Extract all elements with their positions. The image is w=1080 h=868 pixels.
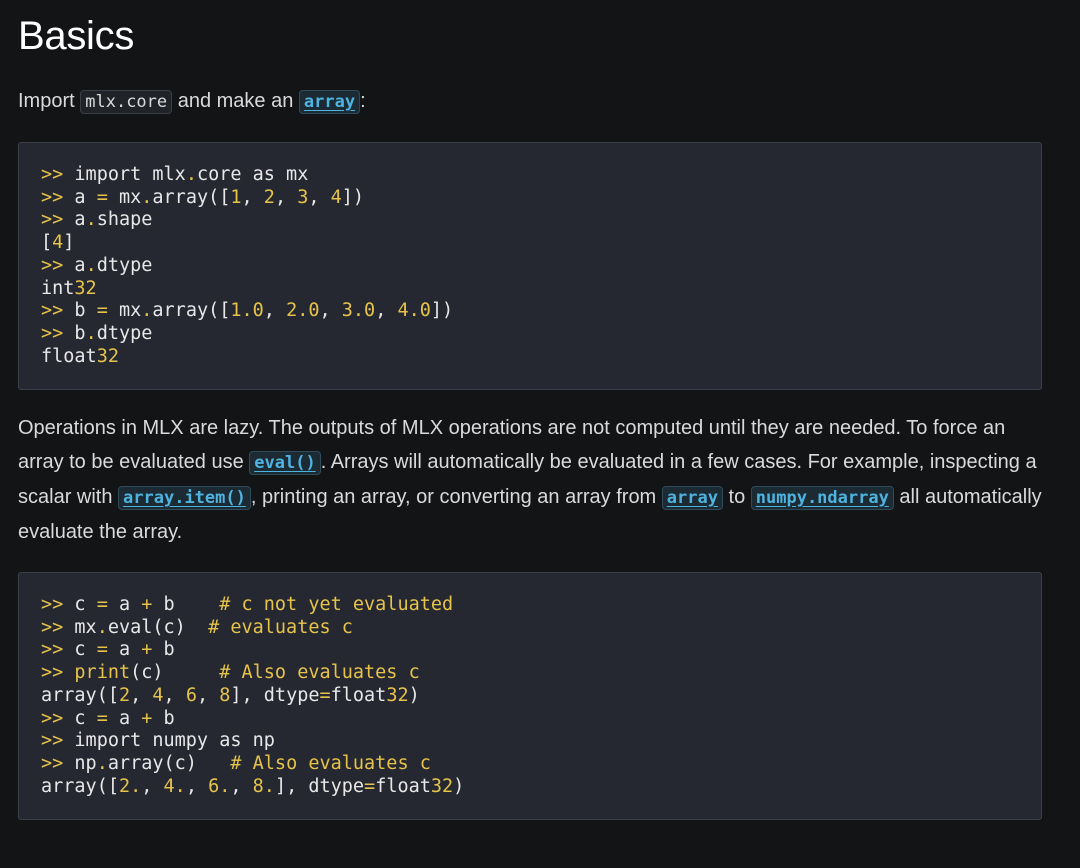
code-block-2: >> c = a + b # c not yet evaluated >> mx.… xyxy=(18,572,1042,820)
array-link-2[interactable]: array xyxy=(661,486,723,510)
code-line: >> c = a + b xyxy=(41,707,175,729)
code-block-1-content: >> import mlx.core as mx >> a = mx.array(… xyxy=(19,143,1041,368)
para-text-4: to xyxy=(722,486,751,508)
inline-code-mlx-core: mlx.core xyxy=(80,90,173,114)
code-block-1: >> import mlx.core as mx >> a = mx.array(… xyxy=(18,142,1042,390)
code-line: >> a = mx.array([1, 2, 3, 4]) xyxy=(41,186,365,208)
code-line: >> np.array(c) # Also evaluates c xyxy=(41,752,431,774)
code-line: >> c = a + b # c not yet evaluated xyxy=(41,594,454,615)
intro-text-before: Import xyxy=(18,90,81,112)
intro-text-after: : xyxy=(360,90,366,112)
array-link[interactable]: array xyxy=(298,90,361,114)
numpy-ndarray-link[interactable]: numpy.ndarray xyxy=(750,486,894,510)
lazy-eval-paragraph: Operations in MLX are lazy. The outputs … xyxy=(18,411,1048,549)
eval-link[interactable]: eval() xyxy=(249,451,321,475)
intro-text-middle: and make an xyxy=(172,90,299,112)
code-line: >> b.dtype xyxy=(41,322,153,344)
page-title: Basics xyxy=(18,14,135,58)
code-line: >> mx.eval(c) # evaluates c xyxy=(41,616,353,638)
code-line: >> import mlx.core as mx xyxy=(41,164,309,185)
code-line: >> a.dtype xyxy=(41,254,153,276)
code-line: >> a.shape xyxy=(41,209,153,231)
code-line: float32 xyxy=(41,345,119,367)
code-line: >> c = a + b xyxy=(41,639,175,661)
para-text-3: , printing an array, or converting an ar… xyxy=(250,486,662,508)
code-line: >> import numpy as np xyxy=(41,730,275,752)
code-line: >> b = mx.array([1.0, 2.0, 3.0, 4.0]) xyxy=(41,300,454,322)
intro-paragraph: Import mlx.core and make an array: xyxy=(18,84,1048,119)
code-line: >> print(c) # Also evaluates c xyxy=(41,662,420,684)
code-line: int32 xyxy=(41,277,97,299)
code-line: [4] xyxy=(41,232,75,254)
code-block-2-content: >> c = a + b # c not yet evaluated >> mx.… xyxy=(19,573,1041,798)
array-item-link[interactable]: array.item() xyxy=(118,486,251,510)
code-line: array([2, 4, 6, 8], dtype=float32) xyxy=(41,684,420,706)
code-line: array([2., 4., 6., 8.], dtype=float32) xyxy=(41,775,465,797)
